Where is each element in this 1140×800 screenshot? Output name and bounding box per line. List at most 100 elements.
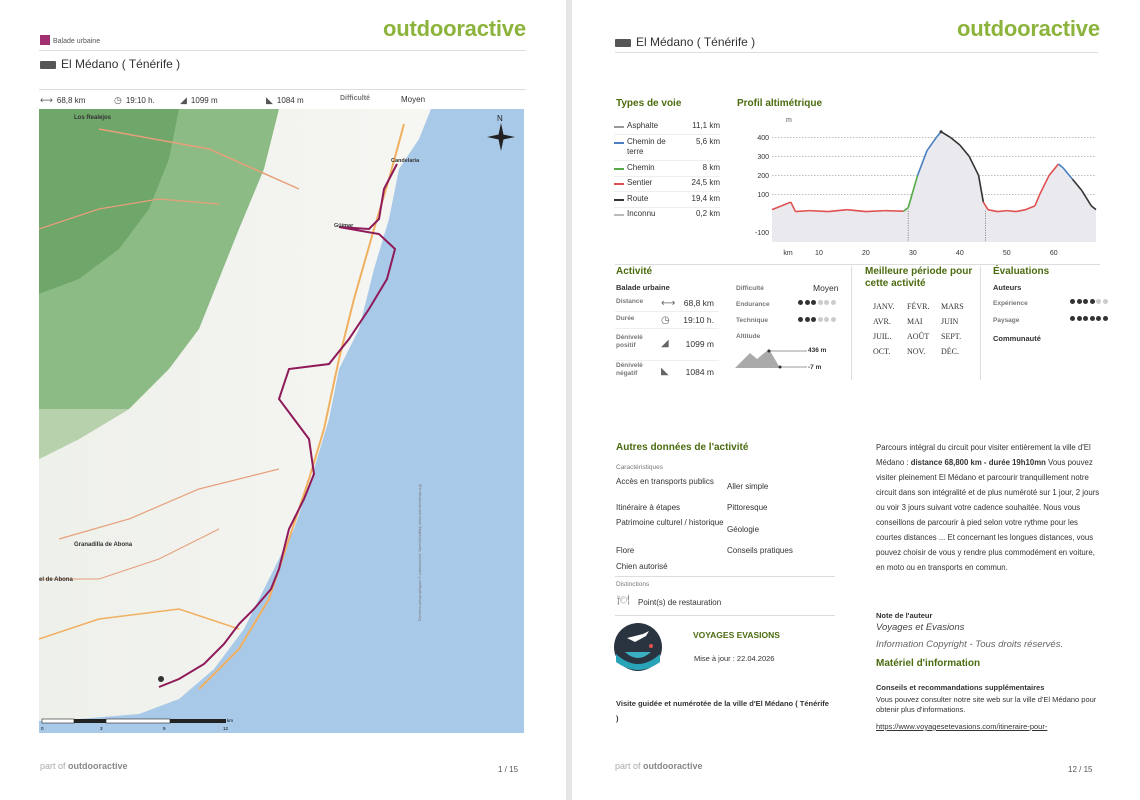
types-title: Types de voie bbox=[616, 98, 682, 109]
divider bbox=[615, 615, 835, 616]
map-credit: Données cartographiques © outdooractive,… bbox=[418, 484, 422, 621]
feature-item: Itinéraire à étapes bbox=[616, 503, 681, 512]
activity-row-icon: ⟷ bbox=[661, 298, 676, 309]
month-label: JUIL. bbox=[873, 332, 892, 341]
experience-label: Expérience bbox=[993, 300, 1028, 307]
material-title: Matériel d'information bbox=[876, 658, 981, 669]
y-tick-label: 400 bbox=[757, 135, 769, 142]
rating-dot bbox=[1070, 299, 1075, 304]
month-label: DÉC. bbox=[941, 347, 959, 356]
activity-row-label: Dénivelé négatif bbox=[616, 362, 643, 377]
x-tick-label: 40 bbox=[956, 250, 964, 257]
type-name: Sentier bbox=[627, 178, 653, 187]
community-label: Communauté bbox=[993, 334, 1041, 343]
divider bbox=[615, 264, 1100, 265]
difficulty-label: Difficulté bbox=[340, 95, 370, 102]
rating-dot bbox=[1083, 316, 1088, 321]
divider bbox=[614, 191, 720, 192]
rating-dot bbox=[804, 300, 810, 305]
descent-icon: ◣ bbox=[266, 95, 273, 105]
type-name: Asphalte bbox=[627, 121, 659, 130]
max-marker bbox=[939, 130, 943, 134]
activity-row-value: 1084 m bbox=[685, 367, 714, 377]
map-label-candelaria: Candelaria bbox=[391, 158, 420, 164]
category-icon bbox=[40, 35, 50, 45]
rating-dot bbox=[817, 317, 823, 322]
author-name: VOYAGES EVASIONS bbox=[693, 630, 780, 640]
type-name: Chemin de terre bbox=[627, 137, 666, 156]
distance-icon: ⟷ bbox=[40, 95, 53, 105]
brand-logo: outdooractive bbox=[957, 16, 1100, 41]
footer-brand: part of outdooractive bbox=[615, 761, 703, 771]
profile-segment bbox=[865, 209, 885, 213]
map-label-abona: el de Abona bbox=[39, 577, 73, 583]
endurance-rating bbox=[798, 300, 836, 305]
svg-text:12: 12 bbox=[223, 726, 229, 731]
website-link[interactable]: https://www.voyagesetevasions.com/itiner… bbox=[876, 722, 1047, 731]
type-value: 5,6 km bbox=[695, 137, 720, 146]
activity-row-label: Dénivelé positif bbox=[616, 334, 643, 349]
copyright: Information Copyright - Tous droits rése… bbox=[876, 639, 1064, 650]
month-label: OCT. bbox=[873, 347, 891, 356]
x-tick-label: 60 bbox=[1050, 250, 1058, 257]
stat-ascent: ◢ 1099 m bbox=[180, 95, 218, 105]
rating-dot bbox=[1089, 316, 1095, 321]
svg-text:N: N bbox=[497, 114, 503, 123]
tips-title: Conseils et recommandations supplémentai… bbox=[876, 683, 1045, 692]
y-tick-label: -100 bbox=[755, 230, 769, 237]
activity-row-label: Distance bbox=[616, 298, 644, 305]
x-tick-label: km bbox=[783, 250, 793, 257]
divider bbox=[614, 134, 720, 135]
altitude-label: Altitude bbox=[736, 333, 761, 340]
type-swatch bbox=[614, 183, 624, 185]
x-tick-label: 10 bbox=[815, 250, 823, 257]
rating-dot bbox=[1083, 299, 1088, 304]
rating-dot bbox=[830, 317, 836, 322]
divider bbox=[614, 160, 720, 161]
profile-segment bbox=[1006, 209, 1017, 213]
landscape-rating bbox=[1070, 316, 1108, 321]
category-label: Balade urbaine bbox=[53, 38, 101, 45]
stat-duration: ◷ 19:10 h. bbox=[114, 95, 155, 105]
tips-text: Vous pouvez consulter notre site web sur… bbox=[876, 695, 1097, 714]
description: Parcours intégral du circuit pour visite… bbox=[876, 443, 1100, 572]
activity-row-value: 1099 m bbox=[685, 339, 714, 349]
rating-dot bbox=[811, 300, 816, 305]
divider bbox=[615, 576, 835, 577]
restaurant-icon: 🍽 bbox=[617, 595, 630, 606]
type-name: Chemin bbox=[627, 163, 655, 172]
rating-dot bbox=[804, 317, 810, 322]
rating-dot bbox=[1102, 316, 1108, 321]
rating-dot bbox=[1076, 299, 1082, 304]
characteristics-label: Caractéristiques bbox=[616, 464, 663, 471]
divider bbox=[39, 50, 526, 51]
svg-text:km: km bbox=[227, 718, 233, 723]
map-label-los-realejos: Los Realejos bbox=[74, 115, 112, 121]
profile-unit: m bbox=[786, 117, 792, 124]
rating-dot bbox=[798, 317, 803, 322]
page-title: El Médano ( Ténérife ) bbox=[40, 57, 180, 71]
column-divider bbox=[980, 266, 981, 380]
author-note: Voyages et Evasions bbox=[876, 622, 965, 633]
page-title: El Médano ( Ténérife ) bbox=[615, 35, 755, 49]
route-map[interactable]: N Los Realejos Candelaria Güímar Granadi… bbox=[39, 109, 524, 733]
type-value: 24,5 km bbox=[691, 178, 720, 187]
rating-dot bbox=[817, 300, 823, 305]
x-tick-label: 30 bbox=[909, 250, 917, 257]
x-tick-label: 20 bbox=[862, 250, 870, 257]
rating-dot bbox=[1089, 299, 1095, 304]
tour-icon bbox=[40, 60, 56, 69]
activity-row-icon: ◢ bbox=[661, 338, 669, 349]
activity-row-value: 19:10 h. bbox=[683, 315, 714, 325]
month-label: JANV. bbox=[873, 302, 895, 311]
ascent-icon: ◢ bbox=[180, 95, 187, 105]
tour-icon bbox=[615, 38, 631, 47]
activity-type: Balade urbaine bbox=[616, 283, 670, 292]
updated-date: Mise à jour : 22.04.2026 bbox=[694, 654, 775, 663]
feature-item: Flore bbox=[616, 546, 635, 555]
evaluations-title: Évaluations bbox=[993, 266, 1050, 277]
landscape-label: Paysage bbox=[993, 317, 1020, 324]
type-name: Route bbox=[627, 194, 649, 203]
type-value: 19,4 km bbox=[691, 194, 720, 203]
footer-brand: part of outdooractive bbox=[40, 761, 128, 771]
